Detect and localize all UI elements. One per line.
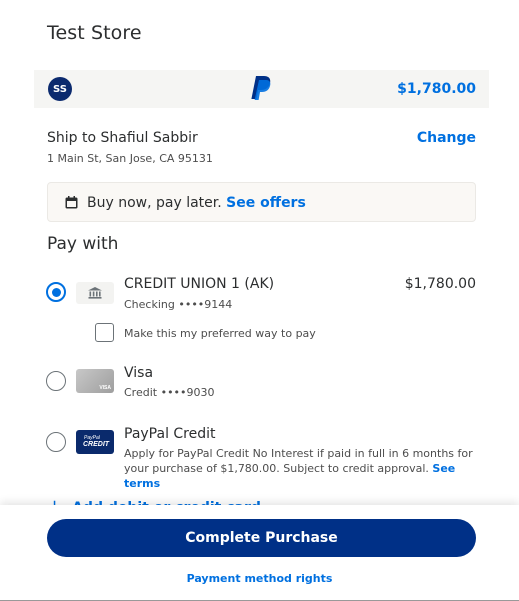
radio-credit-union[interactable]: [46, 282, 66, 302]
change-shipping-link[interactable]: Change: [417, 130, 476, 146]
avatar[interactable]: SS: [48, 77, 72, 101]
ship-to-title: Ship to Shafiul Sabbir: [47, 130, 198, 146]
payment-method-rights-link[interactable]: Payment method rights: [0, 572, 519, 585]
paypal-credit-description: Apply for PayPal Credit No Interest if p…: [124, 447, 473, 490]
footer: Complete Purchase Payment method rights: [0, 505, 519, 601]
bnpl-banner: Buy now, pay later. See offers: [47, 182, 476, 222]
pay-with-heading: Pay with: [47, 234, 119, 254]
complete-purchase-button[interactable]: Complete Purchase: [47, 519, 476, 557]
paypal-logo-icon: [251, 76, 271, 100]
funding-name: CREDIT UNION 1 (AK): [124, 276, 275, 292]
bnpl-text: Buy now, pay later.: [87, 195, 222, 211]
order-total: $1,780.00: [397, 81, 476, 97]
funding-name: Visa: [124, 365, 154, 381]
paypal-credit-card-icon: PayPal CREDIT: [76, 430, 114, 454]
ship-address: 1 Main St, San Jose, CA 95131: [47, 152, 213, 165]
funding-sub: Credit ••••9030: [124, 386, 215, 399]
visa-card-icon: VISA: [76, 369, 114, 393]
funding-sub: Checking ••••9144: [124, 298, 233, 311]
preferred-checkbox[interactable]: [95, 323, 114, 342]
funding-name: PayPal Credit: [124, 426, 216, 442]
bank-icon: [76, 282, 114, 304]
store-title: Test Store: [47, 22, 142, 44]
see-offers-link[interactable]: See offers: [226, 195, 306, 211]
radio-paypal-credit[interactable]: [46, 432, 66, 452]
preferred-label: Make this my preferred way to pay: [124, 327, 316, 340]
order-summary-bar: SS $1,780.00: [34, 70, 489, 108]
funding-amount: $1,780.00: [404, 276, 476, 292]
radio-visa[interactable]: [46, 371, 66, 391]
calendar-icon: [65, 196, 78, 209]
